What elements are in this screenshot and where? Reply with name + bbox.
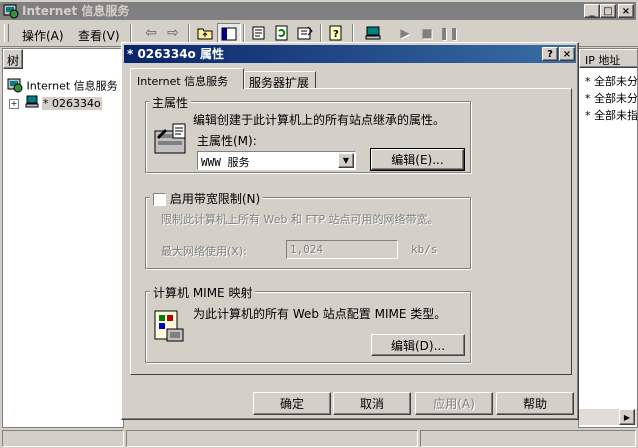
up-folder-icon[interactable] [194, 23, 216, 43]
separator [243, 24, 245, 42]
mime-edit-label: 编辑(D)... [390, 338, 446, 353]
status-bar [0, 428, 638, 448]
list-item[interactable]: * 全部未分 [585, 73, 637, 89]
tab-server-extensions[interactable]: 服务器扩展 [244, 71, 316, 90]
chevron-down-icon[interactable]: ▼ [338, 153, 354, 168]
refresh-icon[interactable] [271, 23, 293, 43]
master-properties-select-label: 主属性(M): [197, 134, 257, 148]
master-properties-select[interactable]: WWW 服务 ▼ [197, 151, 356, 170]
forward-icon[interactable]: ⇨ [162, 23, 184, 43]
apply-label: 应用(A) [433, 397, 475, 411]
close-button[interactable]: × [618, 4, 634, 18]
tab-label: Internet 信息服务 [137, 75, 229, 88]
help-icon[interactable]: ? [325, 23, 347, 43]
app-icon [3, 3, 19, 19]
play-icon[interactable]: ▶ [394, 23, 416, 43]
dialog-help-button[interactable]: ? [542, 47, 558, 61]
list-item[interactable]: * 全部未指 [585, 107, 637, 123]
ok-button[interactable]: 确定 [253, 392, 331, 415]
separator [130, 24, 132, 42]
tab-internet-info-services[interactable]: Internet 信息服务 [130, 68, 244, 89]
minimize-button[interactable]: _ [584, 4, 600, 18]
bandwidth-unit: kb/s [411, 243, 438, 256]
master-properties-icon [153, 123, 189, 162]
bandwidth-max-field[interactable]: 1,024 [286, 240, 398, 259]
separator [352, 24, 354, 42]
tree-node-label: * 026334o [42, 96, 102, 110]
column-header-ip[interactable]: IP 地址 [579, 49, 637, 68]
status-panel-2 [126, 430, 418, 447]
maximize-button[interactable]: □ [600, 4, 616, 18]
menu-action[interactable]: 操作(A) [22, 27, 64, 44]
separator [320, 24, 322, 42]
bandwidth-description: 限制此计算机上所有 Web 和 FTP 站点可用的网络带宽。 [161, 213, 439, 226]
mime-legend: 计算机 MIME 映射 [150, 284, 256, 301]
bandwidth-checkbox[interactable] [153, 193, 166, 206]
master-edit-button[interactable]: 编辑(E)... [370, 148, 465, 171]
export-icon[interactable] [294, 23, 316, 43]
menu-view[interactable]: 查看(V) [78, 27, 120, 44]
tree-node[interactable]: + * 026334o [9, 95, 102, 111]
bandwidth-checkbox-label[interactable]: 启用带宽限制(N) [170, 192, 260, 206]
scroll-right-button[interactable]: ▶ [619, 409, 635, 425]
expand-icon[interactable]: + [9, 98, 19, 109]
ok-label: 确定 [279, 397, 304, 411]
tree-root-label: Internet 信息服务 [26, 79, 118, 93]
computer-icon[interactable] [362, 23, 384, 43]
mime-edit-button[interactable]: 编辑(D)... [371, 334, 465, 356]
mime-description: 为此计算机的所有 Web 站点配置 MIME 类型。 [193, 307, 447, 321]
master-properties-legend: 主属性 [149, 94, 192, 111]
help-button[interactable]: 帮助 [496, 392, 574, 415]
help-label: 帮助 [522, 397, 547, 411]
svg-text:?: ? [333, 29, 339, 40]
back-icon[interactable]: ⇦ [140, 23, 162, 43]
tree-root[interactable]: Internet 信息服务 [7, 77, 118, 93]
bandwidth-max-value: 1,024 [290, 243, 324, 256]
main-title: Internet 信息服务 [22, 4, 130, 18]
dialog-title: * 026334o 属性 [127, 47, 224, 61]
pause-icon[interactable]: ❚❚ [438, 23, 460, 43]
horizontal-scrollbar[interactable]: ▶ [579, 409, 637, 425]
dialog-title-bar[interactable]: * 026334o 属性 ? × [124, 45, 576, 63]
tree-header-label: 树 [7, 54, 20, 68]
list-pane: IP 地址 * 全部未分 * 全部未分 * 全部未指 ▶ [578, 48, 638, 428]
computer-node-icon [25, 95, 39, 112]
main-title-bar[interactable]: Internet 信息服务 _ □ × [0, 2, 636, 20]
tree-header: 树 [3, 49, 23, 69]
dialog-close-button[interactable]: × [559, 47, 575, 61]
cancel-button[interactable]: 取消 [333, 392, 411, 415]
master-edit-label: 编辑(E)... [391, 153, 444, 167]
stop-icon[interactable]: ■ [416, 23, 438, 43]
master-properties-select-value: WWW 服务 [201, 156, 250, 169]
properties-icon[interactable] [248, 23, 270, 43]
mime-icon [153, 309, 187, 346]
properties-dialog: * 026334o 属性 ? × Internet 信息服务 服务器扩展 主属性… [121, 42, 579, 420]
tree-pane: 树 Internet 信息服务 + * 026334o [2, 48, 124, 428]
cancel-label: 取消 [359, 397, 384, 411]
grip [4, 24, 9, 42]
iis-icon [7, 77, 23, 96]
bandwidth-max-label: 最大网络使用(X): [161, 245, 247, 258]
column-header-label: IP 地址 [585, 54, 621, 67]
tab-page: 主属性 编辑创建于此计算机上的所有站点继承的属性。 主属性(M): WWW 服务… [130, 88, 572, 375]
master-properties-description: 编辑创建于此计算机上的所有站点继承的属性。 [193, 113, 446, 127]
bandwidth-legend: 启用带宽限制(N) [150, 190, 264, 207]
separator [188, 24, 190, 42]
status-panel-3 [420, 430, 636, 447]
list-item[interactable]: * 全部未分 [585, 90, 637, 106]
status-panel-1 [2, 430, 124, 447]
apply-button[interactable]: 应用(A) [415, 392, 493, 415]
